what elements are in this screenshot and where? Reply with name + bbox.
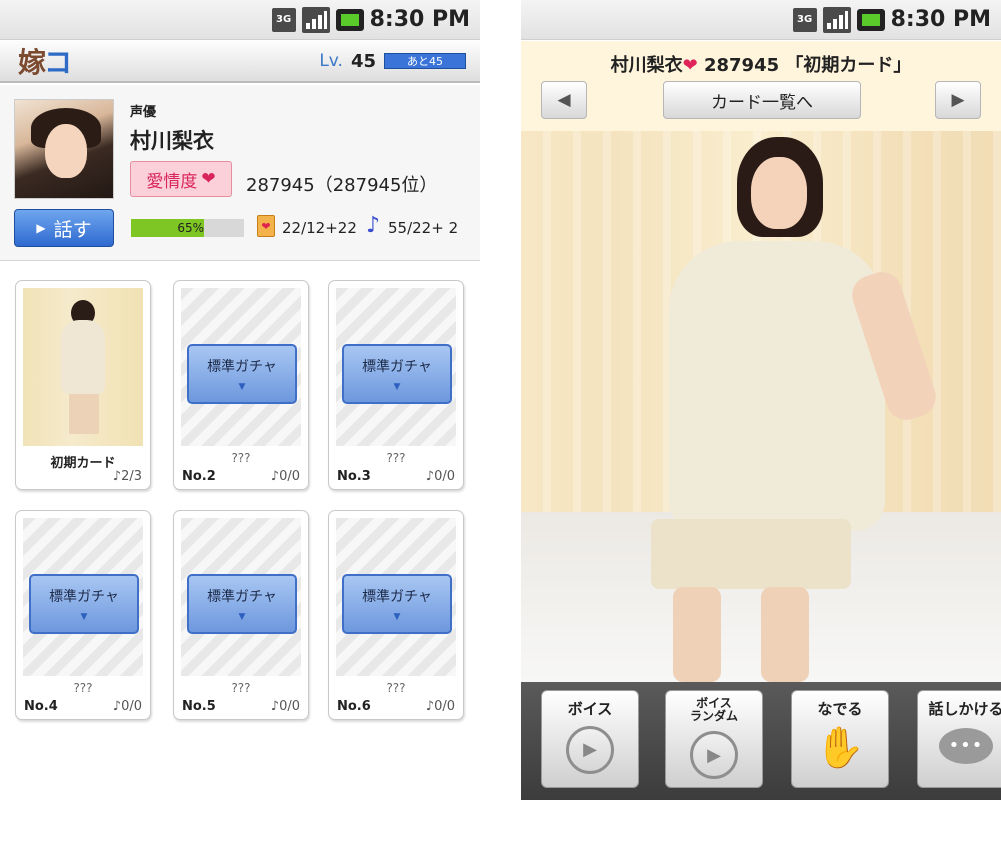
- status-time: 8:30 PM: [890, 7, 991, 32]
- card-unknown: ???: [73, 681, 93, 695]
- gacha-button[interactable]: 標準ガチャ ▼: [342, 344, 452, 404]
- card-slot-6[interactable]: 標準ガチャ ▼ ??? No.6 ♪0/0: [328, 510, 464, 720]
- play-icon: ▶: [566, 725, 614, 774]
- app-logo[interactable]: 嫁コ: [18, 41, 72, 81]
- affection-badge: 愛情度 ❤: [130, 161, 232, 197]
- card-photo: [23, 288, 143, 446]
- card-number: No.4: [24, 699, 58, 714]
- card-unknown: ???: [386, 681, 406, 695]
- card-voice-count: ♪0/0: [425, 469, 455, 484]
- gacha-button[interactable]: 標準ガチャ ▼: [187, 574, 297, 634]
- card-slot-4[interactable]: 標準ガチャ ▼ ??? No.4 ♪0/0: [15, 510, 151, 720]
- gacha-button[interactable]: 標準ガチャ ▼: [187, 344, 297, 404]
- play-icon: ▶: [690, 731, 738, 780]
- chevron-down-icon: ▼: [80, 612, 88, 622]
- level-progress-bar: あと45: [384, 53, 466, 69]
- gacha-button[interactable]: 標準ガチャ ▼: [29, 574, 139, 634]
- avatar[interactable]: [14, 99, 114, 199]
- voice-button[interactable]: ボイス ▶: [541, 690, 639, 788]
- chevron-down-icon: ▼: [238, 612, 246, 622]
- heart-icon: ❤: [682, 55, 698, 76]
- profile-name: 村川梨衣: [130, 129, 214, 153]
- action-bar: ボイス ▶ ボイス ランダム ▶ なでる ✋ 話しかける •••: [521, 682, 1001, 800]
- next-card-button[interactable]: ▶: [935, 81, 981, 119]
- card-number: No.5: [182, 699, 216, 714]
- card-detail-title: 村川梨衣❤ 287945 「初期カード」: [610, 55, 912, 76]
- status-bar: 3G 8:30 PM: [0, 0, 480, 40]
- prev-card-button[interactable]: ◀: [541, 81, 587, 119]
- card-voice-count: ♪0/0: [425, 699, 455, 714]
- signal-strength-icon: [822, 6, 851, 33]
- play-arrow-icon: ▶: [36, 221, 46, 235]
- card-initial[interactable]: 初期カード ♪2/3: [15, 280, 151, 490]
- card-detail-header: 村川梨衣❤ 287945 「初期カード」 ◀ カード一覧へ ▶: [521, 41, 1001, 131]
- card-unknown: ???: [386, 451, 406, 465]
- card-icon: ❤: [257, 215, 275, 237]
- chevron-left-icon: ◀: [557, 90, 571, 110]
- voice-count: 55/22+ 2: [388, 219, 459, 237]
- card-voice-count: ♪0/0: [112, 699, 142, 714]
- chevron-right-icon: ▶: [951, 90, 965, 110]
- voice-random-button[interactable]: ボイス ランダム ▶: [665, 690, 763, 788]
- card-slot-2[interactable]: 標準ガチャ ▼ ??? No.2 ♪0/0: [173, 280, 309, 490]
- speech-bubble-icon: •••: [939, 727, 993, 764]
- music-note-icon: ♪: [366, 213, 381, 238]
- card-number: No.3: [337, 469, 371, 484]
- card-list-button[interactable]: カード一覧へ: [663, 81, 861, 119]
- network-3g-icon: 3G: [271, 7, 296, 32]
- progress-label: 65%: [177, 221, 204, 235]
- affection-score: 287945（287945位）: [246, 175, 438, 196]
- stroke-button[interactable]: なでる ✋: [791, 690, 889, 788]
- card-voice-count: ♪0/0: [270, 469, 300, 484]
- level-prefix: Lv.: [319, 51, 343, 71]
- chevron-down-icon: ▼: [393, 612, 401, 622]
- card-voice-count: ♪0/0: [270, 699, 300, 714]
- card-slot-3[interactable]: 標準ガチャ ▼ ??? No.3 ♪0/0: [328, 280, 464, 490]
- card-voice-count: ♪2/3: [112, 469, 142, 484]
- card-number: No.2: [182, 469, 216, 484]
- profile-panel: 声優 村川梨衣 愛情度 ❤ 287945（287945位） ▶ 話す 65% ❤…: [0, 85, 480, 261]
- card-number: No.6: [337, 699, 371, 714]
- chevron-down-icon: ▼: [238, 382, 246, 392]
- network-3g-icon: 3G: [792, 7, 817, 32]
- card-collection-screen: 3G 8:30 PM 嫁コ Lv. 45 あと45 声優 村川梨衣 愛情度 ❤ …: [0, 0, 480, 800]
- battery-icon: [335, 8, 364, 31]
- status-time: 8:30 PM: [369, 7, 470, 32]
- level-value: 45: [350, 50, 376, 72]
- profile-role: 声優: [130, 105, 157, 120]
- speak-button[interactable]: 話しかける •••: [917, 690, 1001, 788]
- hand-icon: ✋: [815, 724, 865, 771]
- talk-button[interactable]: ▶ 話す: [14, 209, 114, 247]
- affection-progress-bar: 65%: [131, 219, 244, 237]
- gacha-button[interactable]: 標準ガチャ ▼: [342, 574, 452, 634]
- card-detail-screen: 3G 8:30 PM 村川梨衣❤ 287945 「初期カード」 ◀ カード一覧へ…: [521, 0, 1001, 800]
- cards-count: 22/12+22: [282, 219, 357, 237]
- chevron-down-icon: ▼: [393, 382, 401, 392]
- status-bar: 3G 8:30 PM: [521, 0, 1001, 40]
- card-unknown: ???: [231, 451, 251, 465]
- heart-icon: ❤: [201, 169, 216, 189]
- app-header: 嫁コ Lv. 45 あと45: [0, 41, 480, 83]
- signal-strength-icon: [301, 6, 330, 33]
- level-indicator: Lv. 45 あと45: [319, 51, 466, 72]
- card-slot-5[interactable]: 標準ガチャ ▼ ??? No.5 ♪0/0: [173, 510, 309, 720]
- card-photo-large[interactable]: [521, 131, 1001, 682]
- card-unknown: ???: [231, 681, 251, 695]
- battery-icon: [856, 8, 885, 31]
